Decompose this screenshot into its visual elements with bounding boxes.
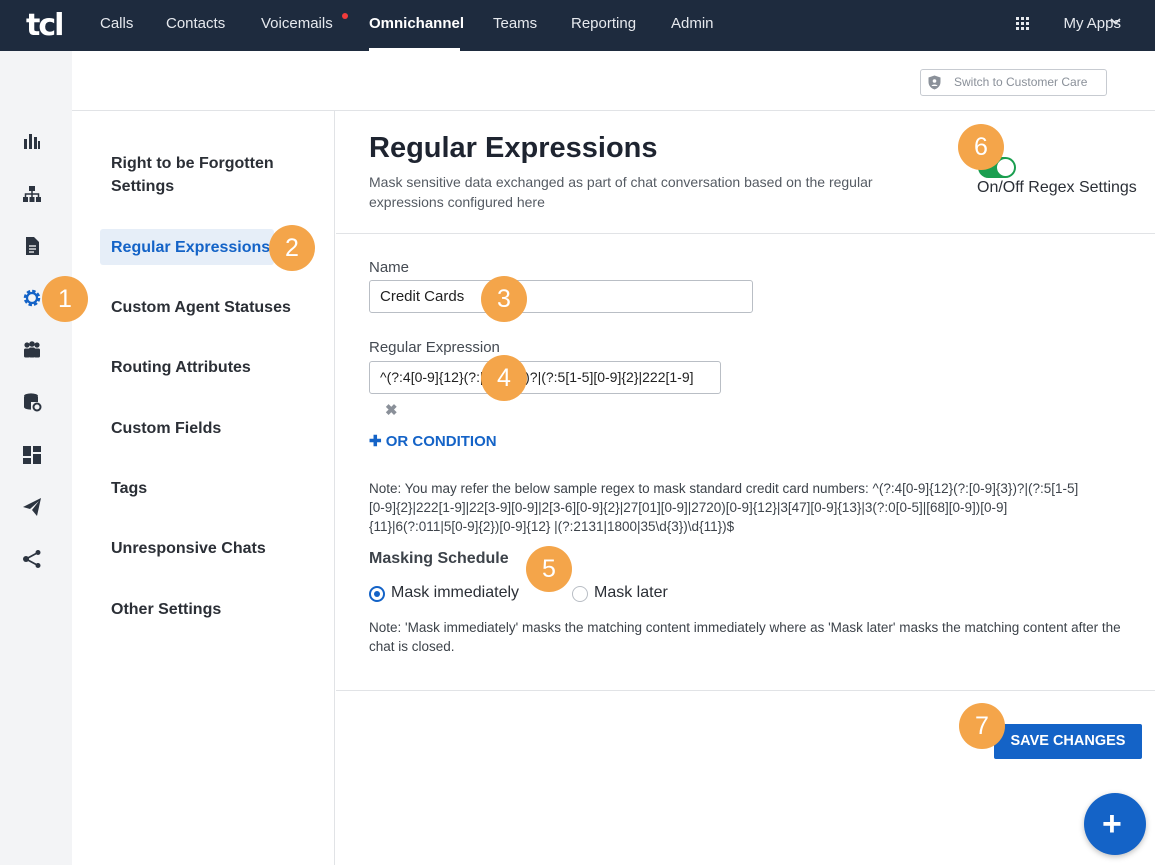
menu-item-unresponsive-chats[interactable]: Unresponsive Chats [111,537,311,560]
or-condition-label: OR CONDITION [385,433,497,450]
menu-item-custom-agent-statuses[interactable]: Custom Agent Statuses [111,296,311,319]
menu-item-custom-fields[interactable]: Custom Fields [111,417,311,440]
mask-later-label[interactable]: Mask later [594,584,668,602]
app-logo[interactable]: tcl [26,8,64,43]
plus-icon: ✚ [369,433,386,450]
regex-label: Regular Expression [369,339,500,356]
page-description: Mask sensitive data exchanged as part of… [369,174,873,210]
plus-icon[interactable]: + [1102,807,1122,841]
nav-teams[interactable]: Teams [493,0,537,51]
nav-calls[interactable]: Calls [100,0,133,51]
mask-immediately-label[interactable]: Mask immediately [391,584,519,602]
nav-voicemails[interactable]: Voicemails [261,0,333,51]
step-badge-1: 1 [42,276,88,322]
divider [336,690,1155,691]
chevron-down-icon[interactable] [1110,16,1121,30]
name-input[interactable]: Credit Cards [369,280,753,313]
or-condition-button[interactable]: ✚ OR CONDITION [369,432,497,450]
name-label: Name [369,259,410,276]
switch-to-customer-care-button[interactable]: Switch to Customer Care [920,69,1107,96]
share-icon[interactable] [22,549,44,571]
masking-note: Note: 'Mask immediately' masks the match… [369,620,1121,654]
menu-item-routing-attributes[interactable]: Routing Attributes [111,356,311,379]
nav-omnichannel[interactable]: Omnichannel [369,0,464,51]
org-chart-icon[interactable] [22,184,44,206]
mask-later-radio[interactable] [572,586,588,602]
shield-icon [928,75,941,90]
page-title: Regular Expressions [369,132,658,164]
nav-admin[interactable]: Admin [671,0,714,51]
apps-grid-icon[interactable] [1016,17,1029,30]
toggle-label: On/Off Regex Settings [977,179,1137,196]
menu-item-tags[interactable]: Tags [111,477,311,500]
database-settings-icon[interactable] [22,392,44,414]
nav-reporting[interactable]: Reporting [571,0,636,51]
remove-condition-icon[interactable]: ✖ [385,401,398,419]
mask-immediately-radio[interactable] [369,586,385,602]
masking-schedule-title: Masking Schedule [369,550,509,567]
gear-icon[interactable] [22,288,44,310]
send-icon[interactable] [22,497,44,519]
step-badge-6: 6 [958,124,1004,170]
menu-item-other-settings[interactable]: Other Settings [111,598,311,621]
regex-input[interactable]: ^(?:4[0-9]{12}(?:[0-9]{3})?|(?:5[1-5][0-… [369,361,721,394]
divider [336,233,1155,234]
regex-sample-note: Note: You may refer the below sample reg… [369,481,1079,534]
voicemail-notification-dot [342,13,348,19]
step-badge-7: 7 [959,703,1005,749]
bar-chart-icon[interactable] [22,131,44,153]
nav-contacts[interactable]: Contacts [166,0,225,51]
step-badge-4: 4 [481,355,527,401]
step-badge-5: 5 [526,546,572,592]
save-changes-button[interactable]: SAVE CHANGES [994,724,1142,759]
dashboard-icon[interactable] [22,445,44,467]
menu-item-right-to-be-forgotten[interactable]: Right to be Forgotten Settings [111,152,311,198]
step-badge-3: 3 [481,276,527,322]
document-icon[interactable] [22,236,44,258]
step-badge-2: 2 [269,225,315,271]
team-icon[interactable] [22,340,44,362]
